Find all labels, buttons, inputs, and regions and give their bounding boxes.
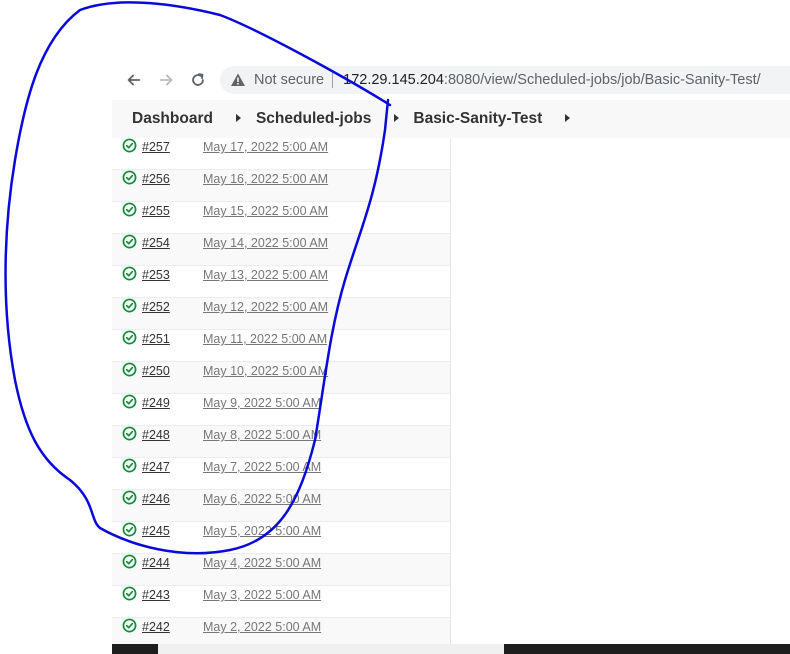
build-number-link[interactable]: #243 bbox=[142, 588, 170, 602]
check-circle-icon bbox=[122, 618, 137, 633]
url-path: :8080/view/Scheduled-jobs/job/Basic-Sani… bbox=[443, 72, 761, 88]
build-history: #257 May 17, 2022 5:00 AM #256 May 16, 2022… bbox=[112, 138, 451, 644]
check-circle-icon bbox=[122, 298, 137, 313]
build-row: #243 May 3, 2022 5:00 AM bbox=[112, 586, 450, 618]
build-row: #244 May 4, 2022 5:00 AM bbox=[112, 554, 450, 586]
check-circle-icon bbox=[122, 522, 137, 537]
build-row: #248 May 8, 2022 5:00 AM bbox=[112, 426, 450, 458]
breadcrumb-arrow-icon[interactable] bbox=[565, 114, 571, 122]
build-number-link[interactable]: #242 bbox=[142, 620, 170, 634]
check-circle-icon bbox=[122, 426, 137, 441]
build-date-link[interactable]: May 17, 2022 5:00 AM bbox=[203, 140, 328, 154]
build-row: #247 May 7, 2022 5:00 AM bbox=[112, 458, 450, 490]
build-date-link[interactable]: May 12, 2022 5:00 AM bbox=[203, 300, 328, 314]
build-row: #249 May 9, 2022 5:00 AM bbox=[112, 394, 450, 426]
build-date-link[interactable]: May 9, 2022 5:00 AM bbox=[203, 396, 321, 410]
check-circle-icon bbox=[122, 330, 137, 345]
build-date-link[interactable]: May 2, 2022 5:00 AM bbox=[203, 620, 321, 634]
arrow-right-icon bbox=[159, 74, 173, 86]
build-row: #256 May 16, 2022 5:00 AM bbox=[112, 170, 450, 202]
build-number-link[interactable]: #244 bbox=[142, 556, 170, 570]
build-row: #254 May 14, 2022 5:00 AM bbox=[112, 234, 450, 266]
build-date-link[interactable]: May 13, 2022 5:00 AM bbox=[203, 268, 328, 282]
build-date-link[interactable]: May 14, 2022 5:00 AM bbox=[203, 236, 328, 250]
build-number-link[interactable]: #257 bbox=[142, 140, 170, 154]
check-circle-icon bbox=[122, 490, 137, 505]
check-circle-icon bbox=[122, 266, 137, 281]
build-row: #251 May 11, 2022 5:00 AM bbox=[112, 330, 450, 362]
build-row: #252 May 12, 2022 5:00 AM bbox=[112, 298, 450, 330]
breadcrumb-arrow-icon[interactable] bbox=[394, 114, 400, 122]
build-number-link[interactable]: #250 bbox=[142, 364, 170, 378]
address-bar[interactable]: Not secure 172.29.145.204:8080/view/Sche… bbox=[220, 66, 790, 94]
build-row: #245 May 5, 2022 5:00 AM bbox=[112, 522, 450, 554]
taskbar bbox=[112, 644, 790, 654]
build-date-link[interactable]: May 4, 2022 5:00 AM bbox=[203, 556, 321, 570]
breadcrumb-dashboard[interactable]: Dashboard bbox=[132, 110, 213, 128]
build-date-link[interactable]: May 15, 2022 5:00 AM bbox=[203, 204, 328, 218]
build-number-link[interactable]: #254 bbox=[142, 236, 170, 250]
build-date-link[interactable]: May 6, 2022 5:00 AM bbox=[203, 492, 321, 506]
breadcrumb-arrow-icon[interactable] bbox=[235, 114, 241, 122]
url-host: 172.29.145.204 bbox=[343, 72, 444, 88]
back-button[interactable] bbox=[122, 68, 146, 92]
forward-button[interactable] bbox=[154, 68, 178, 92]
build-row: #242 May 2, 2022 5:00 AM bbox=[112, 618, 450, 644]
build-date-link[interactable]: May 7, 2022 5:00 AM bbox=[203, 460, 321, 474]
reload-icon bbox=[192, 73, 204, 86]
breadcrumb: Dashboard Scheduled-jobs Basic-Sanity-Te… bbox=[112, 100, 790, 138]
check-circle-icon bbox=[122, 554, 137, 569]
build-row: #253 May 13, 2022 5:00 AM bbox=[112, 266, 450, 298]
build-number-link[interactable]: #245 bbox=[142, 524, 170, 538]
warning-triangle-icon[interactable] bbox=[230, 72, 246, 88]
taskbar-segment bbox=[504, 644, 790, 654]
check-circle-icon bbox=[122, 234, 137, 249]
check-circle-icon bbox=[122, 202, 137, 217]
check-circle-icon bbox=[122, 362, 137, 377]
build-row: #246 May 6, 2022 5:00 AM bbox=[112, 490, 450, 522]
build-number-link[interactable]: #255 bbox=[142, 204, 170, 218]
build-number-link[interactable]: #251 bbox=[142, 332, 170, 346]
build-number-link[interactable]: #252 bbox=[142, 300, 170, 314]
build-number-link[interactable]: #247 bbox=[142, 460, 170, 474]
build-date-link[interactable]: May 10, 2022 5:00 AM bbox=[203, 364, 328, 378]
build-date-link[interactable]: May 16, 2022 5:00 AM bbox=[203, 172, 328, 186]
build-number-link[interactable]: #246 bbox=[142, 492, 170, 506]
build-date-link[interactable]: May 5, 2022 5:00 AM bbox=[203, 524, 321, 538]
check-circle-icon bbox=[122, 170, 137, 185]
check-circle-icon bbox=[122, 138, 137, 153]
build-row: #257 May 17, 2022 5:00 AM bbox=[112, 138, 450, 170]
reload-button[interactable] bbox=[186, 68, 210, 92]
arrow-left-icon bbox=[127, 74, 141, 86]
breadcrumb-scheduled-jobs[interactable]: Scheduled-jobs bbox=[256, 110, 371, 128]
build-row: #250 May 10, 2022 5:00 AM bbox=[112, 362, 450, 394]
build-number-link[interactable]: #248 bbox=[142, 428, 170, 442]
check-circle-icon bbox=[122, 586, 137, 601]
taskbar-segment bbox=[112, 644, 158, 654]
build-row: #255 May 15, 2022 5:00 AM bbox=[112, 202, 450, 234]
build-date-link[interactable]: May 8, 2022 5:00 AM bbox=[203, 428, 321, 442]
url-text[interactable]: 172.29.145.204:8080/view/Scheduled-jobs/… bbox=[343, 72, 761, 88]
build-number-link[interactable]: #253 bbox=[142, 268, 170, 282]
build-date-link[interactable]: May 3, 2022 5:00 AM bbox=[203, 588, 321, 602]
browser-toolbar: Not secure 172.29.145.204:8080/view/Sche… bbox=[112, 62, 790, 98]
build-number-link[interactable]: #256 bbox=[142, 172, 170, 186]
build-date-link[interactable]: May 11, 2022 5:00 AM bbox=[203, 332, 327, 346]
security-label[interactable]: Not secure bbox=[254, 72, 324, 88]
check-circle-icon bbox=[122, 458, 137, 473]
check-circle-icon bbox=[122, 394, 137, 409]
build-number-link[interactable]: #249 bbox=[142, 396, 170, 410]
breadcrumb-basic-sanity-test[interactable]: Basic-Sanity-Test bbox=[413, 110, 542, 128]
address-separator bbox=[332, 72, 334, 88]
